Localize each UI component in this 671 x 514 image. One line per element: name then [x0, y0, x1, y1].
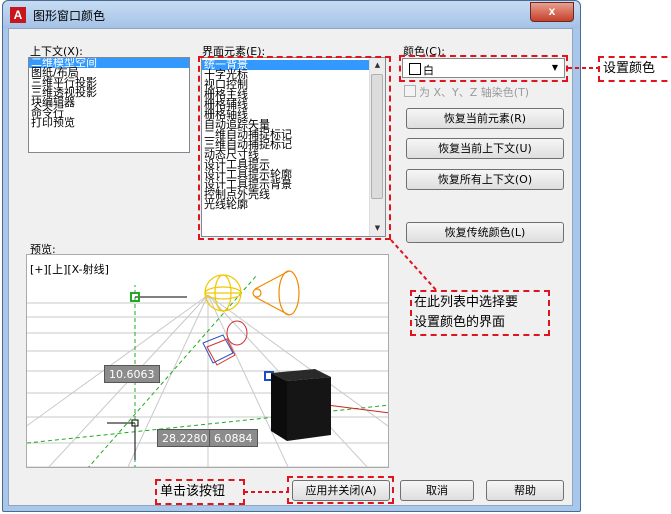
context-listbox[interactable]: 二维模型空间 图纸/布局 三维平行投影 三维透视投影 块编辑器 命令行 打印预览 [28, 57, 190, 153]
preview-viewport: [+][上][X-射线] 10.6063 28.2280 6.0884 [26, 254, 389, 468]
list-hint-line1: 在此列表中选择要 [414, 295, 519, 310]
tint-axes-checkbox[interactable]: 为 X、Y、Z 轴染色(T) [404, 84, 529, 100]
restore-all-contexts-button[interactable]: 恢复所有上下文(O) [406, 169, 564, 190]
apply-button-callout [287, 476, 394, 504]
dimension-tooltip-left: 10.6063 [104, 365, 160, 383]
autocad-logo-icon: A [10, 7, 26, 23]
color-dropdown-callout [399, 55, 568, 82]
checkbox-box [404, 85, 416, 97]
context-list-item[interactable]: 打印预览 [29, 117, 189, 128]
restore-current-element-button[interactable]: 恢复当前元素(R) [406, 108, 564, 129]
help-button[interactable]: 帮助 [486, 480, 564, 501]
dimension-tooltip-y: 6.0884 [209, 429, 258, 447]
interface-list-callout [198, 56, 391, 240]
list-hint-line2: 设置颜色的界面 [414, 315, 506, 330]
tint-axes-label: 为 X、Y、Z 轴染色(T) [419, 86, 530, 99]
restore-classic-colors-button[interactable]: 恢复传统颜色(L) [406, 222, 564, 243]
set-color-annotation: 设置颜色 [603, 61, 656, 76]
dialog-title: 图形窗口颜色 [33, 9, 106, 23]
cancel-button[interactable]: 取消 [400, 480, 474, 501]
click-button-annotation: 单击该按钮 [160, 484, 226, 499]
viewport-label: [+][上][X-射线] [30, 263, 109, 276]
dimension-tooltip-x: 28.2280 [157, 429, 213, 447]
restore-current-context-button[interactable]: 恢复当前上下文(U) [406, 138, 564, 159]
close-button[interactable]: x [530, 2, 574, 22]
title-bar[interactable]: A 图形窗口颜色 x [3, 1, 580, 29]
